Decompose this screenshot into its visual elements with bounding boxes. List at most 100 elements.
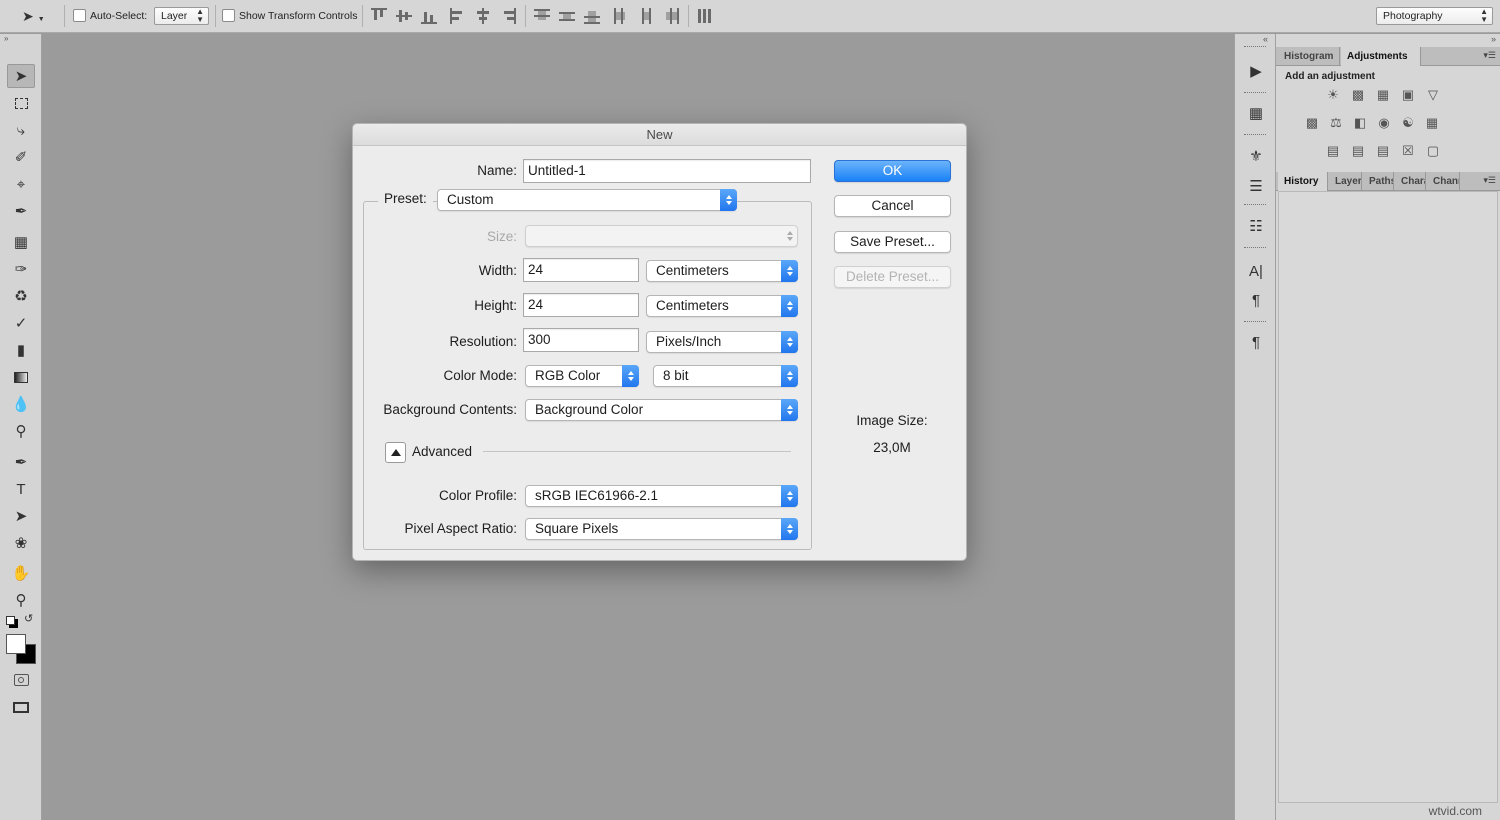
distribute-bottom-icon[interactable] [584,8,600,24]
history-brush-tool-icon[interactable]: ✓ [7,311,35,335]
distribute-left-icon[interactable] [613,8,629,24]
exposure-icon[interactable]: ▣ [1398,86,1418,104]
tab-channels[interactable]: Channels [1427,172,1460,191]
height-unit-select[interactable]: Centimeters [646,295,798,317]
photo-filter-icon[interactable]: ◉ [1374,114,1394,132]
distribute-vertical-center-icon[interactable] [559,8,575,24]
quick-mask-icon[interactable] [7,668,35,692]
height-input[interactable]: 24 [523,293,639,317]
ok-button[interactable]: OK [834,160,951,182]
type-tool-icon[interactable]: T [7,477,35,501]
color-profile-select[interactable]: sRGB IEC61966-2.1 [525,485,798,507]
hue-saturation-icon[interactable]: ▩ [1302,114,1322,132]
marquee-tool-icon[interactable] [7,91,35,115]
background-contents-select[interactable]: Background Color [525,399,798,421]
color-mode-select[interactable]: RGB Color [525,365,639,387]
threshold-icon[interactable]: ▤ [1373,142,1393,160]
width-input[interactable]: 24 [523,258,639,282]
auto-select-checkbox[interactable] [73,9,86,22]
zoom-tool-icon[interactable]: ⚲ [7,588,35,612]
gradient-map-icon[interactable]: ▢ [1423,142,1443,160]
curves-icon[interactable]: ▦ [1373,86,1393,104]
color-balance-icon[interactable]: ⚖ [1326,114,1346,132]
panel-menu-icon[interactable]: ▾☰ [1483,175,1496,186]
clone-source-icon[interactable]: ☷ [1243,215,1269,237]
width-unit-select[interactable]: Centimeters [646,260,798,282]
panel-grip[interactable] [1244,321,1266,323]
panel-grip[interactable] [1244,204,1266,206]
channel-mixer-icon[interactable]: ☯ [1398,114,1418,132]
foreground-color-swatch[interactable] [6,634,26,654]
crop-tool-icon[interactable]: ⌖ [7,172,35,196]
tab-layers[interactable]: Layers [1329,172,1362,191]
character-panel-icon[interactable]: A| [1243,260,1269,282]
preset-select[interactable]: Custom [437,189,737,211]
blur-tool-icon[interactable]: 💧 [7,392,35,416]
swap-colors-icon[interactable]: ↺ [24,612,33,625]
resolution-input[interactable]: 300 [523,328,639,352]
collapse-arrows-icon[interactable]: » [1491,34,1496,44]
eraser-tool-icon[interactable]: ▮ [7,338,35,362]
move-tool-icon[interactable]: ➤ [7,64,35,88]
clone-stamp-tool-icon[interactable]: ♻ [7,284,35,308]
panel-grip[interactable] [1244,46,1266,48]
collapse-arrows-icon[interactable]: » [0,34,41,44]
gradient-tool-icon[interactable] [7,365,35,389]
hand-tool-icon[interactable]: ✋ [7,561,35,585]
show-transform-controls-checkbox[interactable] [222,9,235,22]
distribute-right-icon[interactable] [663,8,679,24]
tab-adjustments[interactable]: Adjustments [1341,47,1421,66]
quick-selection-tool-icon[interactable]: ✐ [7,145,35,169]
align-horizontal-center-icon[interactable] [475,8,491,24]
name-input[interactable]: Untitled-1 [523,159,811,183]
color-lookup-icon[interactable]: ▦ [1422,114,1442,132]
default-colors-icon[interactable] [6,616,15,625]
eyedropper-tool-icon[interactable]: ✒ [7,199,35,223]
move-tool-preset-icon[interactable]: ➤▼ [22,8,45,25]
invert-icon[interactable]: ▤ [1323,142,1343,160]
tab-paths[interactable]: Paths [1363,172,1394,191]
posterize-icon[interactable]: ▤ [1348,142,1368,160]
auto-align-layers-icon[interactable] [697,8,713,24]
collapse-arrows-icon[interactable]: « [1263,34,1268,44]
distribute-top-icon[interactable] [534,8,550,24]
tab-character[interactable]: Character [1395,172,1426,191]
vibrance-icon[interactable]: ▽ [1423,86,1443,104]
panel-grip[interactable] [1244,134,1266,136]
align-vertical-center-icon[interactable] [396,8,412,24]
actions-play-icon[interactable]: ▶ [1243,60,1269,82]
screen-mode-icon[interactable] [7,695,35,719]
path-selection-tool-icon[interactable]: ➤ [7,504,35,528]
brush-presets-icon[interactable]: ⚜ [1243,145,1269,167]
auto-select-dropdown[interactable]: Layer ▲▼ [154,7,209,25]
align-top-icon[interactable] [371,8,387,24]
brush-tool-icon[interactable]: ✑ [7,257,35,281]
distribute-horizontal-center-icon[interactable] [638,8,654,24]
black-white-icon[interactable]: ◧ [1350,114,1370,132]
selective-color-icon[interactable]: ☒ [1398,142,1418,160]
advanced-disclosure-button[interactable] [385,442,406,463]
tab-history[interactable]: History [1278,172,1328,191]
save-preset-button[interactable]: Save Preset... [834,231,951,253]
levels-icon[interactable]: ▩ [1348,86,1368,104]
align-left-icon[interactable] [450,8,466,24]
resolution-unit-select[interactable]: Pixels/Inch [646,331,798,353]
panel-menu-icon[interactable]: ▾☰ [1483,50,1496,61]
lasso-tool-icon[interactable]: ⤷ [7,118,35,142]
brightness-contrast-icon[interactable]: ☀ [1323,86,1343,104]
paragraph-styles-icon[interactable]: ¶ [1243,331,1269,353]
align-right-icon[interactable] [500,8,516,24]
dodge-tool-icon[interactable]: ⚲ [7,419,35,443]
workspace-switcher[interactable]: Photography ▲▼ [1376,7,1493,25]
pixel-aspect-ratio-select[interactable]: Square Pixels [525,518,798,540]
panel-grip[interactable] [1244,247,1266,249]
properties-icon[interactable]: ▦ [1243,102,1269,124]
pen-tool-icon[interactable]: ✒ [7,450,35,474]
custom-shape-tool-icon[interactable]: ❀ [7,531,35,555]
brush-settings-icon[interactable]: ☰ [1243,175,1269,197]
history-list[interactable] [1278,191,1498,803]
cancel-button[interactable]: Cancel [834,195,951,217]
align-bottom-icon[interactable] [421,8,437,24]
bit-depth-select[interactable]: 8 bit [653,365,798,387]
paragraph-panel-icon[interactable]: ¶ [1243,289,1269,311]
